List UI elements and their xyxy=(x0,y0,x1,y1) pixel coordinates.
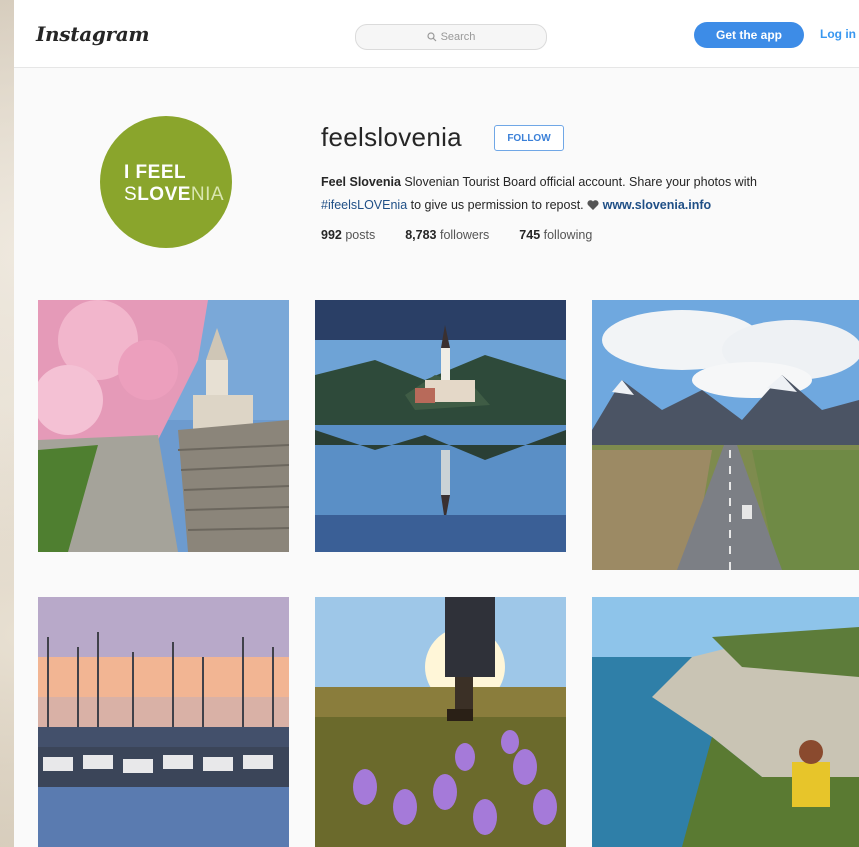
bio-hashtag-link[interactable]: #ifeelsLOVEnia xyxy=(321,198,407,212)
bio-website-link[interactable]: www.slovenia.info xyxy=(603,198,712,212)
following-label: following xyxy=(540,228,593,242)
photo-hiker-crocus-meadow[interactable] xyxy=(315,597,566,847)
photo-magnolia-church-stairs[interactable] xyxy=(38,300,289,552)
bio-text-2: to give us permission to repost. xyxy=(407,198,588,212)
profile-avatar[interactable]: I FEEL SLOVENIA xyxy=(100,116,232,248)
photo-coastal-cliff[interactable] xyxy=(592,597,859,847)
profile-stats: 992 posts 8,783 followers 745 following xyxy=(321,228,622,242)
top-nav-bar: Instagram Search Get the app Log in xyxy=(14,0,859,68)
posts-stat: 992 posts xyxy=(321,228,375,242)
photo-mountain-road[interactable] xyxy=(592,300,859,570)
bio-text-1: Slovenian Tourist Board official account… xyxy=(400,175,757,189)
avatar-text-line2: SLOVENIA xyxy=(124,184,224,206)
avatar-text-line1: I FEEL xyxy=(124,162,187,183)
avatar-letters-nia: NIA xyxy=(190,184,225,205)
following-count: 745 xyxy=(519,228,541,242)
profile-page: Instagram Search Get the app Log in I FE… xyxy=(14,0,859,847)
followers-count: 8,783 xyxy=(405,228,437,242)
photo-lake-bled-island[interactable] xyxy=(315,300,566,552)
avatar-word-love: LOVE xyxy=(137,184,191,205)
avatar-letter-s: S xyxy=(124,184,138,205)
search-input[interactable]: Search xyxy=(355,24,547,50)
following-stat[interactable]: 745 following xyxy=(519,228,592,242)
followers-label: followers xyxy=(436,228,490,242)
profile-username: feelslovenia xyxy=(321,122,462,152)
search-placeholder: Search xyxy=(440,31,476,43)
get-the-app-button[interactable]: Get the app xyxy=(694,22,804,48)
search-icon xyxy=(426,32,436,42)
posts-label: posts xyxy=(341,228,376,242)
instagram-logo[interactable]: Instagram xyxy=(36,22,150,46)
followers-stat[interactable]: 8,783 followers xyxy=(405,228,489,242)
login-link[interactable]: Log in xyxy=(820,27,856,41)
profile-full-name: Feel Slovenia xyxy=(321,175,401,189)
heart-icon xyxy=(587,200,599,210)
photo-marina-sunset[interactable] xyxy=(38,597,289,847)
posts-count: 992 xyxy=(321,228,342,242)
profile-bio: Feel Slovenia Slovenian Tourist Board of… xyxy=(321,171,851,217)
follow-button[interactable]: FOLLOW xyxy=(494,125,564,151)
